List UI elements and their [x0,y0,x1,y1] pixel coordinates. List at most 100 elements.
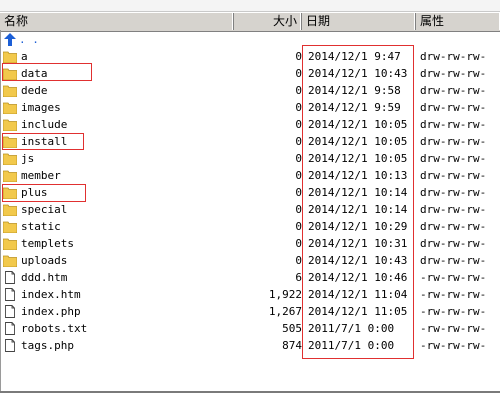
folder-row[interactable]: install 0 2014/12/1 10:05 drw-rw-rw- [0,133,500,150]
folder-icon [3,51,17,63]
column-header-date[interactable]: 日期 [302,13,416,30]
folder-row[interactable]: include 0 2014/12/1 10:05 drw-rw-rw- [0,116,500,133]
file-list: . . a 0 2014/12/1 9:47 drw-rw-rw-data 0 2014/… [0,31,500,354]
item-size: 0 [295,254,302,267]
folder-row[interactable]: dede 0 2014/12/1 9:58 drw-rw-rw- [0,82,500,99]
folder-icon [3,68,17,80]
file-row[interactable]: index.htm 1,922 2014/12/1 11:04 -rw-rw-rw- [0,286,500,303]
item-size: 0 [295,186,302,199]
folder-icon [3,102,17,114]
item-name: special [21,203,68,216]
item-size: 0 [295,135,302,148]
item-permissions: -rw-rw-rw- [420,288,487,301]
item-permissions: drw-rw-rw- [420,203,487,216]
item-modified-date: 2011/7/1 0:00 [308,322,395,335]
folder-icon [3,255,17,267]
item-name: robots.txt [21,322,88,335]
item-modified-date: 2014/12/1 11:04 [308,288,408,301]
item-name: index.htm [21,288,81,301]
ftp-file-list-pane: 名称 大小 日期 属性 . . a 0 2014/12/1 9:47 drw-rw-r… [0,0,500,393]
column-header-size[interactable]: 大小 [234,13,302,30]
item-permissions: drw-rw-rw- [420,237,487,250]
up-arrow-icon [4,33,16,46]
item-name: images [21,101,61,114]
item-name: install [21,135,68,148]
folder-row[interactable]: special 0 2014/12/1 10:14 drw-rw-rw- [0,201,500,218]
item-modified-date: 2014/12/1 10:14 [308,203,408,216]
parent-directory-row[interactable]: . . [0,31,500,48]
item-modified-date: 2014/12/1 11:05 [308,305,408,318]
folder-row[interactable]: templets 0 2014/12/1 10:31 drw-rw-rw- [0,235,500,252]
item-modified-date: 2014/12/1 10:05 [308,152,408,165]
item-modified-date: 2014/12/1 10:13 [308,169,408,182]
item-size: 0 [295,67,302,80]
folder-icon [3,85,17,97]
file-icon [5,288,15,301]
item-size: 6 [295,271,302,284]
file-icon [5,322,15,335]
item-name: dede [21,84,48,97]
item-permissions: drw-rw-rw- [420,101,487,114]
item-size: 0 [295,237,302,250]
item-modified-date: 2014/12/1 9:58 [308,84,401,97]
item-size: 874 [282,339,302,352]
item-permissions: drw-rw-rw- [420,118,487,131]
item-permissions: -rw-rw-rw- [420,339,487,352]
file-row[interactable]: index.php 1,267 2014/12/1 11:05 -rw-rw-rw- [0,303,500,320]
folder-icon [3,238,17,250]
item-modified-date: 2014/12/1 10:31 [308,237,408,250]
folder-row[interactable]: member 0 2014/12/1 10:13 drw-rw-rw- [0,167,500,184]
file-icon [5,305,15,318]
item-size: 0 [295,101,302,114]
file-row[interactable]: ddd.htm 6 2014/12/1 10:46 -rw-rw-rw- [0,269,500,286]
item-size: 0 [295,203,302,216]
path-strip [0,0,500,12]
item-permissions: drw-rw-rw- [420,220,487,233]
item-size: 0 [295,169,302,182]
column-header-name[interactable]: 名称 [0,13,234,30]
item-size: 0 [295,152,302,165]
item-modified-date: 2014/12/1 9:47 [308,50,401,63]
folder-row[interactable]: plus 0 2014/12/1 10:14 drw-rw-rw- [0,184,500,201]
item-permissions: drw-rw-rw- [420,254,487,267]
item-size: 505 [282,322,302,335]
item-name: a [21,50,28,63]
item-modified-date: 2014/12/1 10:43 [308,67,408,80]
item-modified-date: 2014/12/1 9:59 [308,101,401,114]
folder-icon [3,136,17,148]
folder-row[interactable]: static 0 2014/12/1 10:29 drw-rw-rw- [0,218,500,235]
item-modified-date: 2014/12/1 10:14 [308,186,408,199]
parent-directory-label: . . [19,33,39,46]
item-modified-date: 2014/12/1 10:46 [308,271,408,284]
file-row[interactable]: tags.php 874 2011/7/1 0:00 -rw-rw-rw- [0,337,500,354]
column-header-permissions[interactable]: 属性 [416,13,500,30]
item-name: data [21,67,48,80]
item-permissions: drw-rw-rw- [420,152,487,165]
item-modified-date: 2011/7/1 0:00 [308,339,395,352]
item-size: 0 [295,118,302,131]
item-permissions: drw-rw-rw- [420,135,487,148]
folder-row[interactable]: uploads 0 2014/12/1 10:43 drw-rw-rw- [0,252,500,269]
folder-row[interactable]: a 0 2014/12/1 9:47 drw-rw-rw- [0,48,500,65]
folder-row[interactable]: data 0 2014/12/1 10:43 drw-rw-rw- [0,65,500,82]
item-name: plus [21,186,48,199]
folder-icon [3,204,17,216]
item-name: index.php [21,305,81,318]
item-name: member [21,169,61,182]
folder-icon [3,221,17,233]
item-name: uploads [21,254,68,267]
item-modified-date: 2014/12/1 10:29 [308,220,408,233]
item-size: 1,922 [268,288,302,301]
folder-icon [3,170,17,182]
folder-row[interactable]: js 0 2014/12/1 10:05 drw-rw-rw- [0,150,500,167]
item-size: 0 [295,220,302,233]
file-row[interactable]: robots.txt 505 2011/7/1 0:00 -rw-rw-rw- [0,320,500,337]
item-name: js [21,152,35,165]
item-name: ddd.htm [21,271,68,284]
folder-row[interactable]: images 0 2014/12/1 9:59 drw-rw-rw- [0,99,500,116]
file-icon [5,339,15,352]
item-name: static [21,220,61,233]
folder-icon [3,119,17,131]
pane-left-edge [0,30,1,391]
item-modified-date: 2014/12/1 10:05 [308,135,408,148]
